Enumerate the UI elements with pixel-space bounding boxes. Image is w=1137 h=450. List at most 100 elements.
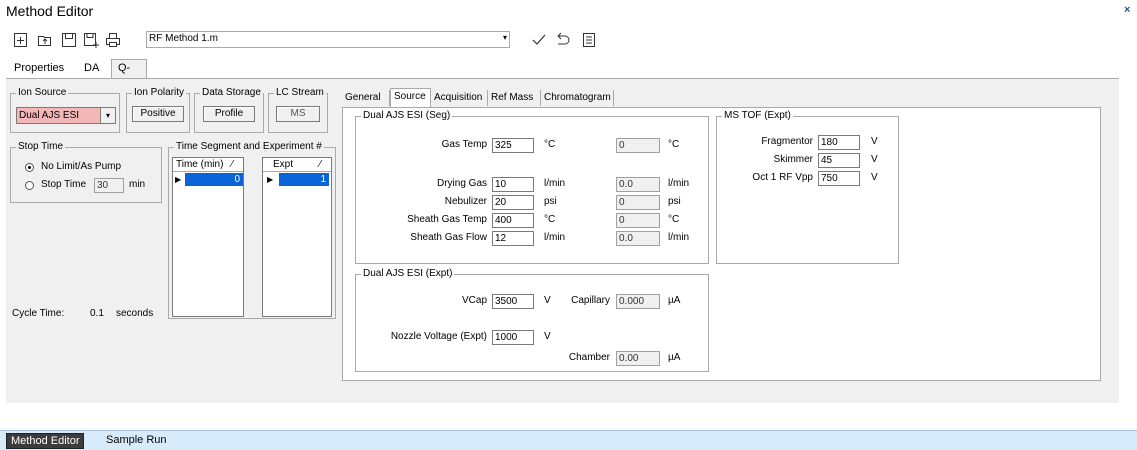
nozzle-voltage-input[interactable]: 1000 — [492, 330, 534, 345]
no-limit-label: No Limit/As Pump — [41, 161, 122, 172]
source-tab-page: Dual AJS ESI (Seg) Gas Temp 325 °C 0 °C … — [342, 107, 1101, 381]
drying-gas-actual: 0.0 — [616, 177, 660, 192]
vcap-label: VCap — [461, 295, 487, 306]
tab-ref-mass[interactable]: Ref Mass — [488, 90, 541, 106]
time-segment-group: Time Segment and Experiment # Time (min)… — [168, 141, 336, 319]
tab-acquisition[interactable]: Acquisition — [431, 90, 488, 106]
cycle-time-value: 0.1 — [90, 308, 104, 319]
data-storage-group: Data Storage Profile — [194, 87, 264, 133]
sort-icon: ⁄ — [231, 159, 233, 170]
sheath-gas-temp-unit: °C — [544, 214, 556, 225]
time-header-label: Time (min) — [176, 159, 224, 170]
lc-stream-group: LC Stream MS — [268, 87, 328, 133]
expt-header-label: Expt — [273, 159, 294, 170]
tab-q-tof[interactable]: Q-TOF — [111, 59, 147, 90]
row-marker-icon: ▶ — [175, 173, 183, 186]
cycle-time-label: Cycle Time: — [12, 308, 65, 319]
ion-source-value: Dual AJS ESI — [19, 110, 80, 121]
nebulizer-actual: 0 — [616, 195, 660, 210]
tab-method-editor[interactable]: Method Editor — [6, 433, 85, 449]
stop-time-group: Stop Time No Limit/As Pump Stop Time 30 … — [10, 141, 162, 203]
tab-source[interactable]: Source — [390, 88, 431, 107]
method-name-value: RF Method 1.m — [149, 33, 218, 44]
stop-time-label: Stop Time — [41, 179, 87, 190]
bottom-tab-bar: Method Editor Sample Run — [0, 430, 1137, 450]
ion-source-title: Ion Source — [16, 87, 69, 98]
fragmentor-label: Fragmentor — [761, 136, 813, 147]
sheath-gas-flow-label: Sheath Gas Flow — [410, 232, 487, 243]
time-grid[interactable]: Time (min) ⁄ 0 ▶ — [172, 157, 244, 317]
vcap-unit: V — [544, 295, 551, 306]
drying-gas-label: Drying Gas — [436, 178, 487, 189]
tab-da[interactable]: DA — [78, 60, 105, 77]
expt-cell[interactable]: 1 — [279, 173, 329, 186]
ion-source-group: Ion Source Dual AJS ESI ▾ — [10, 87, 120, 133]
stop-time-radio[interactable] — [25, 181, 34, 190]
stop-time-unit: min — [129, 179, 146, 190]
tab-sample-run[interactable]: Sample Run — [102, 433, 171, 449]
expt-group-title: Dual AJS ESI (Expt) — [361, 268, 455, 279]
data-storage-button[interactable]: Profile — [203, 106, 255, 122]
ion-polarity-title: Ion Polarity — [132, 87, 187, 98]
expt-column-header[interactable]: Expt ⁄ — [263, 158, 331, 172]
ion-source-select[interactable]: Dual AJS ESI ▾ — [16, 107, 116, 124]
expt-group: Dual AJS ESI (Expt) VCap 3500 V Capillar… — [355, 268, 709, 372]
tab-properties[interactable]: Properties — [8, 60, 70, 77]
nebulizer-input[interactable]: 20 — [492, 195, 534, 210]
sheath-gas-temp-input[interactable]: 400 — [492, 213, 534, 228]
fragmentor-unit: V — [871, 136, 878, 147]
checklist-icon[interactable] — [580, 31, 598, 49]
save-icon[interactable] — [60, 31, 78, 49]
capillary-label: Capillary — [571, 295, 610, 306]
skimmer-input[interactable]: 45 — [818, 153, 860, 168]
capillary-unit: µA — [668, 295, 681, 306]
save-as-icon[interactable] — [82, 31, 100, 49]
q-tof-panel: Ion Source Dual AJS ESI ▾ Ion Polarity P… — [6, 78, 1119, 403]
oct1-rf-vpp-input[interactable]: 750 — [818, 171, 860, 186]
sheath-gas-temp-label: Sheath Gas Temp — [407, 214, 487, 225]
drying-gas-unit: l/min — [544, 178, 566, 189]
time-cell[interactable]: 0 — [185, 173, 243, 186]
gas-temp-actual: 0 — [616, 138, 660, 153]
no-limit-radio[interactable] — [25, 163, 34, 172]
lc-stream-title: LC Stream — [274, 87, 326, 98]
lc-stream-button[interactable]: MS — [276, 106, 320, 122]
sheath-gas-temp-actual-unit: °C — [668, 214, 680, 225]
print-icon[interactable] — [104, 31, 122, 49]
undo-icon[interactable] — [554, 31, 572, 49]
gas-temp-actual-unit: °C — [668, 139, 680, 150]
time-column-header[interactable]: Time (min) ⁄ — [173, 158, 243, 172]
seg-group-title: Dual AJS ESI (Seg) — [361, 110, 453, 121]
close-icon[interactable]: × — [1124, 4, 1130, 16]
ion-polarity-button[interactable]: Positive — [132, 106, 184, 122]
oct1-rf-vpp-unit: V — [871, 172, 878, 183]
new-method-icon[interactable] — [12, 31, 30, 49]
fragmentor-input[interactable]: 180 — [818, 135, 860, 150]
open-method-icon[interactable] — [36, 31, 54, 49]
gas-temp-unit: °C — [544, 139, 556, 150]
checkmark-icon[interactable] — [530, 31, 548, 49]
drying-gas-input[interactable]: 10 — [492, 177, 534, 192]
vcap-input[interactable]: 3500 — [492, 294, 534, 309]
nebulizer-actual-unit: psi — [668, 196, 681, 207]
gas-temp-input[interactable]: 325 — [492, 138, 534, 153]
gas-temp-label: Gas Temp — [441, 139, 487, 150]
stop-time-title: Stop Time — [16, 141, 66, 152]
stop-time-input[interactable]: 30 — [94, 178, 124, 193]
sheath-gas-flow-actual: 0.0 — [616, 231, 660, 246]
expt-grid[interactable]: Expt ⁄ 1 ▶ — [262, 157, 332, 317]
nebulizer-label: Nebulizer — [444, 196, 487, 207]
nozzle-voltage-unit: V — [544, 331, 551, 342]
method-name-combobox[interactable]: RF Method 1.m ▾ — [146, 31, 510, 48]
tab-chromatogram[interactable]: Chromatogram — [541, 90, 614, 106]
time-segment-title: Time Segment and Experiment # — [174, 141, 324, 152]
drying-gas-actual-unit: l/min — [668, 178, 690, 189]
row-marker-icon: ▶ — [267, 173, 275, 186]
chevron-down-icon[interactable]: ▾ — [100, 108, 115, 123]
tab-general[interactable]: General — [342, 90, 390, 106]
skimmer-label: Skimmer — [773, 154, 813, 165]
chevron-down-icon[interactable]: ▾ — [503, 33, 507, 42]
nebulizer-unit: psi — [544, 196, 557, 207]
sheath-gas-flow-input[interactable]: 12 — [492, 231, 534, 246]
oct1-rf-vpp-label: Oct 1 RF Vpp — [752, 172, 813, 183]
